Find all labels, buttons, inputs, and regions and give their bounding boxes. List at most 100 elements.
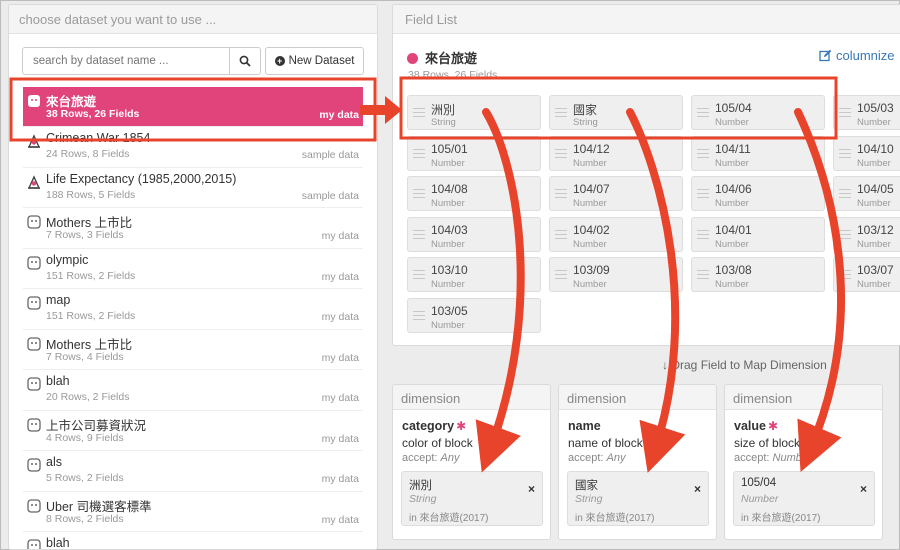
drag-handle-icon bbox=[413, 189, 425, 200]
field-type: Number bbox=[715, 238, 749, 250]
field-type: Number bbox=[431, 198, 465, 209]
dimension-card: dimension name name of block accept: Any 國家 S… bbox=[558, 384, 717, 540]
remove-icon[interactable]: × bbox=[528, 482, 535, 496]
dataset-tag: my data bbox=[321, 473, 359, 485]
dataset-meta: 20 Rows, 2 Fields bbox=[46, 391, 130, 403]
field-chip[interactable]: 104/02 Number bbox=[549, 216, 683, 252]
mapped-field-source: in 來台旅遊(2017) bbox=[741, 513, 821, 524]
dataset-item[interactable]: Life Expectancy (1985,2000,2015) 188 Rows… bbox=[23, 168, 363, 208]
dataset-meta: 151 Rows, 2 Fields bbox=[46, 310, 136, 322]
dataset-search-input[interactable] bbox=[22, 47, 230, 75]
field-chip[interactable]: 105/03 Number bbox=[833, 95, 900, 130]
field-chip[interactable]: 104/11 Number bbox=[691, 135, 825, 171]
columnize-link[interactable]: columnize bbox=[819, 48, 895, 63]
dataset-name: Life Expectancy (1985,2000,2015) bbox=[46, 171, 237, 186]
field-chip[interactable]: 104/06 Number bbox=[691, 176, 825, 211]
field-name: 國家 bbox=[573, 103, 598, 117]
field-name: 104/10 bbox=[857, 141, 894, 156]
dataset-tag: my data bbox=[319, 109, 359, 121]
dataset-item[interactable]: olympic 151 Rows, 2 Fields my data bbox=[23, 249, 363, 289]
dataset-item[interactable]: Mothers 上市比 7 Rows, 3 Fields my data bbox=[23, 208, 363, 249]
user-data-icon bbox=[27, 215, 41, 229]
field-name: 104/06 bbox=[715, 182, 752, 196]
drag-handle-icon bbox=[697, 270, 709, 281]
drag-handle-icon bbox=[697, 229, 709, 241]
remove-icon[interactable]: × bbox=[860, 482, 867, 496]
field-chip[interactable]: 103/09 Number bbox=[549, 257, 683, 292]
dataset-item[interactable]: Crimean War 1854 24 Rows, 8 Fields sample … bbox=[23, 127, 363, 168]
new-dataset-button[interactable]: + New Dataset bbox=[265, 47, 364, 75]
field-chip[interactable]: 國家 String bbox=[549, 95, 683, 130]
dimension-header: dimension bbox=[393, 385, 550, 410]
field-name: 105/04 bbox=[715, 101, 752, 115]
field-type: Number bbox=[573, 198, 607, 209]
edit-icon bbox=[819, 49, 832, 62]
dataset-tag: my data bbox=[321, 230, 359, 242]
field-list-title: Field List bbox=[393, 5, 900, 34]
field-name: 洲別 bbox=[431, 103, 456, 117]
mapped-field-chip[interactable]: 105/04 Number in 來台旅遊(2017) × bbox=[733, 471, 875, 526]
field-list-panel: Field List 來台旅遊 38 Rows, 26 Fields colum… bbox=[392, 4, 900, 346]
field-chip[interactable]: 103/08 Number bbox=[691, 257, 825, 292]
dataset-tag: my data bbox=[321, 432, 359, 445]
field-chip[interactable]: 103/07 Number bbox=[833, 257, 900, 292]
field-name: 105/03 bbox=[857, 101, 894, 115]
field-chip[interactable]: 105/04 Number bbox=[691, 95, 825, 130]
field-type: Number bbox=[857, 279, 891, 290]
drag-handle-icon bbox=[555, 189, 567, 200]
accept-value: Number bbox=[772, 452, 812, 464]
dataset-tag: sample data bbox=[301, 189, 359, 202]
dataset-item[interactable]: blah 20 Rows, 2 Fields my data bbox=[23, 370, 363, 411]
dataset-item[interactable]: blah bbox=[23, 532, 363, 549]
field-name: 104/03 bbox=[431, 222, 468, 237]
dataset-item[interactable]: 來台旅遊 38 Rows, 26 Fields my data bbox=[23, 87, 363, 127]
field-name: 104/05 bbox=[857, 182, 894, 196]
field-type: Number bbox=[431, 279, 465, 290]
drag-handle-icon bbox=[839, 270, 851, 281]
field-type: Number bbox=[573, 157, 607, 169]
dataset-tag: my data bbox=[321, 513, 359, 526]
dataset-item[interactable]: Mothers 上市比 7 Rows, 4 Fields my data bbox=[23, 330, 363, 370]
field-chip[interactable]: 103/05 Number bbox=[407, 297, 541, 333]
field-chip[interactable]: 104/08 Number bbox=[407, 176, 541, 211]
dimension-name: value ✱ bbox=[734, 419, 778, 433]
field-chip[interactable]: 104/01 Number bbox=[691, 216, 825, 252]
dataset-meta: 4 Rows, 9 Fields bbox=[46, 431, 124, 444]
remove-icon[interactable]: × bbox=[694, 482, 701, 496]
field-chip[interactable]: 洲別 String bbox=[407, 95, 541, 130]
mapped-field-name: 105/04 bbox=[741, 477, 777, 489]
field-chip[interactable]: 104/12 Number bbox=[549, 135, 683, 171]
dataset-item[interactable]: 上市公司募資狀況 4 Rows, 9 Fields my data bbox=[23, 411, 363, 451]
dataset-item[interactable]: als 5 Rows, 2 Fields my data bbox=[23, 451, 363, 492]
field-chip[interactable]: 104/03 Number bbox=[407, 216, 541, 252]
dataset-item[interactable]: map 151 Rows, 2 Fields my data bbox=[23, 289, 363, 330]
dataset-tag: my data bbox=[321, 270, 359, 283]
sample-data-icon bbox=[27, 134, 41, 148]
drag-handle-icon bbox=[697, 189, 709, 200]
user-data-icon bbox=[27, 539, 41, 549]
field-type: Number bbox=[857, 157, 891, 169]
mapped-field-chip[interactable]: 國家 String in 來台旅遊(2017) × bbox=[567, 471, 709, 526]
mapped-field-chip[interactable]: 洲別 String in 來台旅遊(2017) × bbox=[401, 471, 543, 526]
field-name: 103/07 bbox=[857, 263, 894, 277]
field-name: 105/01 bbox=[431, 141, 468, 156]
dataset-item[interactable]: Uber 司機選客標準 8 Rows, 2 Fields my data bbox=[23, 492, 363, 532]
field-chip[interactable]: 104/05 Number bbox=[833, 176, 900, 211]
dimension-name: name bbox=[568, 419, 603, 433]
drag-handle-icon bbox=[839, 229, 851, 241]
dimension-accept: accept: Any bbox=[402, 452, 460, 464]
field-chip[interactable]: 105/01 Number bbox=[407, 135, 541, 171]
dataset-meta: 7 Rows, 4 Fields bbox=[46, 350, 124, 363]
search-button[interactable] bbox=[229, 47, 261, 75]
field-chip[interactable]: 104/10 Number bbox=[833, 135, 900, 171]
field-chip[interactable]: 104/07 Number bbox=[549, 176, 683, 211]
field-name: 103/05 bbox=[431, 303, 468, 318]
arrow-down-icon: ↓ bbox=[830, 358, 837, 372]
field-chip[interactable]: 103/12 Number bbox=[833, 216, 900, 252]
drag-hint-text: Drag Field to Map Dimension bbox=[671, 358, 827, 372]
field-type: Number bbox=[431, 157, 465, 169]
user-data-icon bbox=[27, 377, 41, 391]
dataset-name: als bbox=[46, 455, 62, 469]
field-chip[interactable]: 103/10 Number bbox=[407, 257, 541, 292]
accept-value: Any bbox=[606, 452, 626, 464]
